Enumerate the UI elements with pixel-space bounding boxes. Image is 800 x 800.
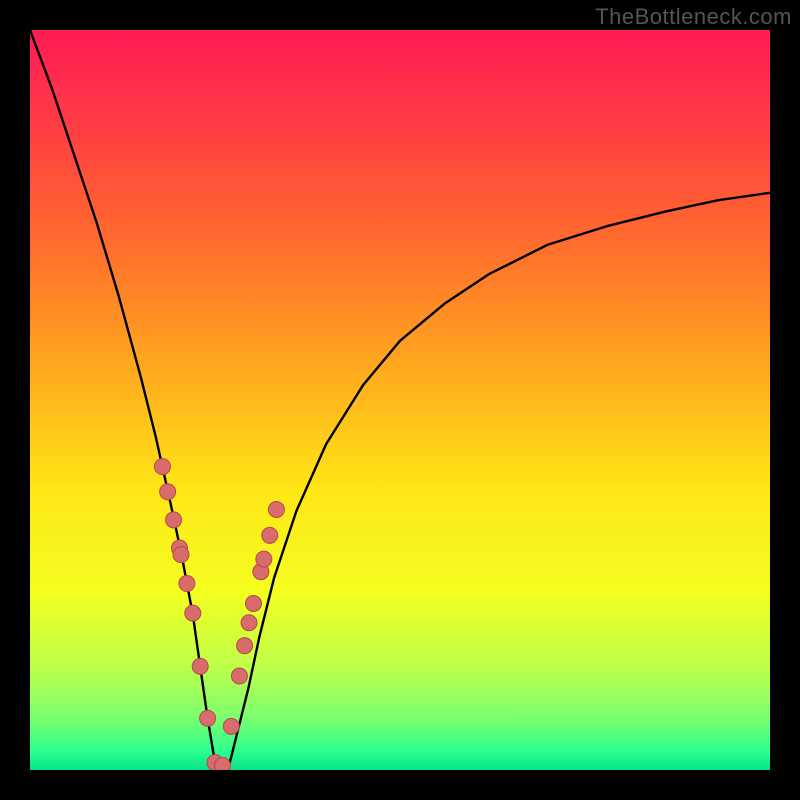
highlight-marker [173, 547, 189, 563]
watermark-label: TheBottleneck.com [595, 4, 792, 30]
curve-layer [30, 30, 770, 770]
highlight-marker [268, 502, 284, 518]
highlight-marker [237, 638, 253, 654]
highlight-marker [223, 718, 239, 734]
highlight-marker [256, 551, 272, 567]
highlight-marker [214, 758, 230, 770]
highlight-marker [160, 484, 176, 500]
highlight-marker [192, 658, 208, 674]
highlight-marker [262, 527, 278, 543]
highlight-marker [154, 459, 170, 475]
highlight-marker [241, 615, 257, 631]
highlight-marker [185, 605, 201, 621]
highlight-marker [231, 668, 247, 684]
plot-area [30, 30, 770, 770]
highlight-marker [166, 512, 182, 528]
highlight-marker [179, 576, 195, 592]
highlight-marker [245, 596, 261, 612]
bottleneck-curve [30, 30, 770, 766]
chart-frame: TheBottleneck.com [0, 0, 800, 800]
highlight-marker [200, 710, 216, 726]
